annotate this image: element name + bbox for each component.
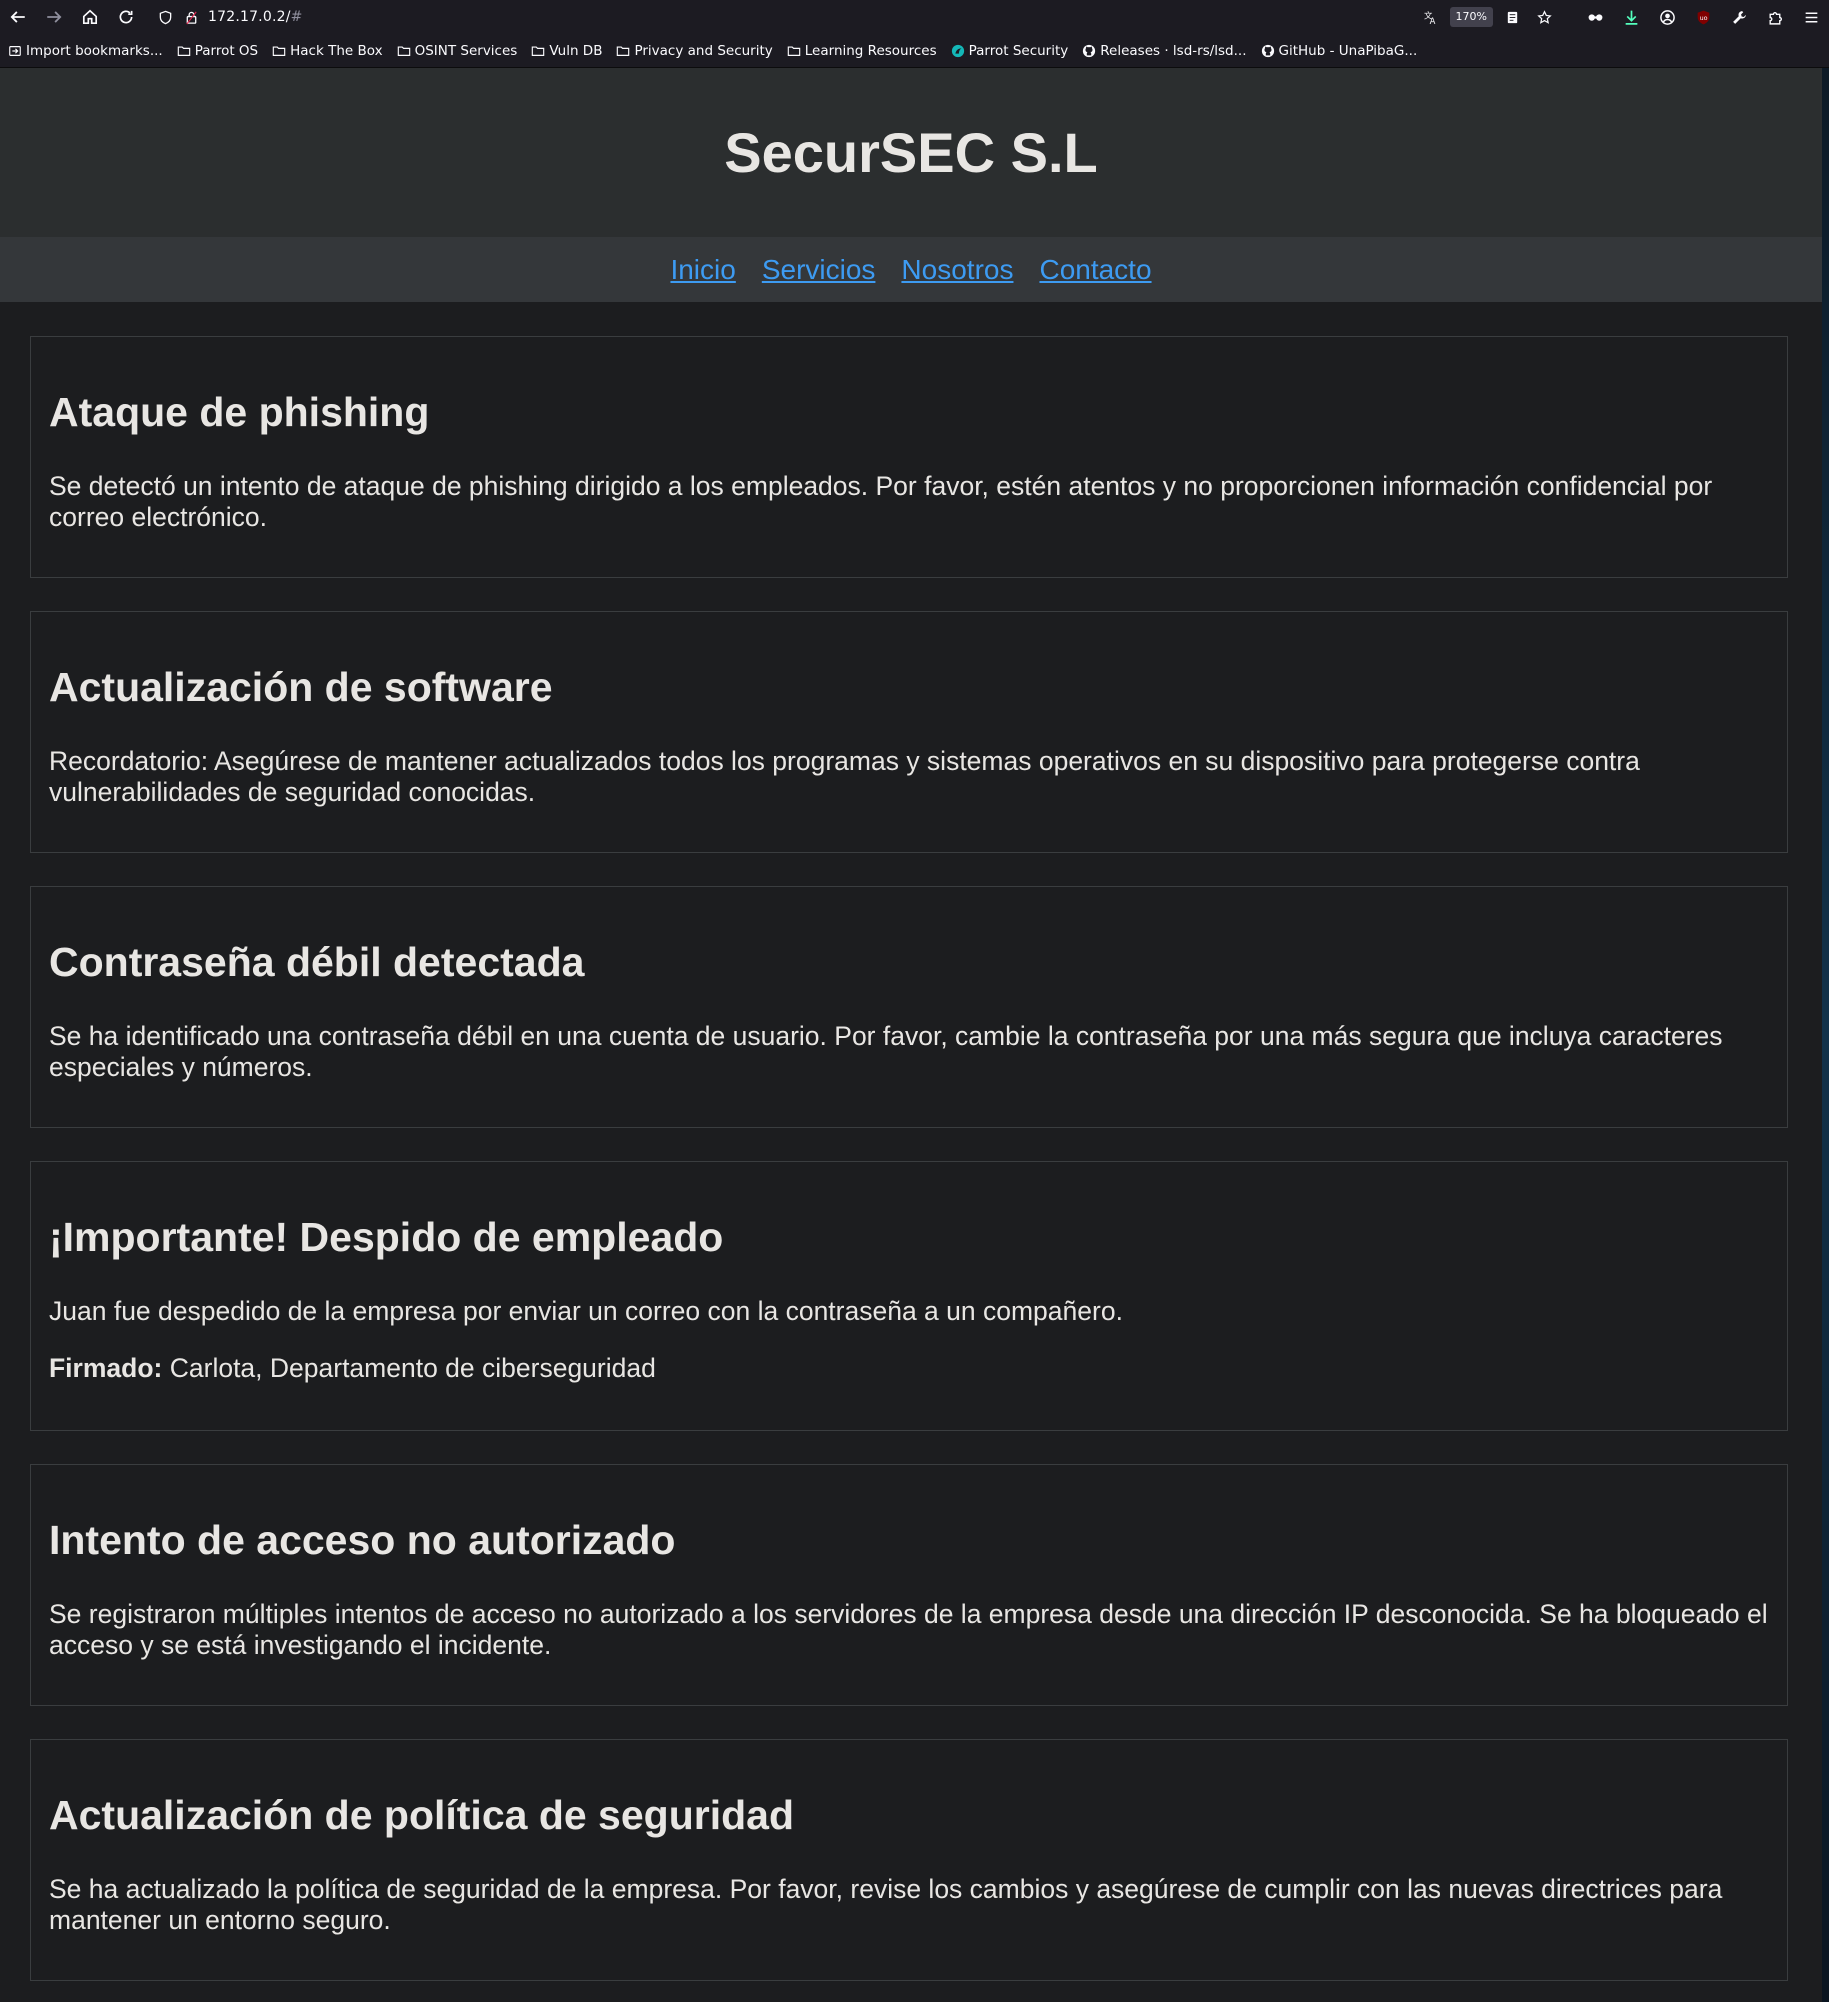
url-actions: 文A 170% — [1418, 2, 1557, 32]
browser-toolbar: 172.17.0.2/# 文A 170% uo — [0, 0, 1829, 34]
github-icon — [1261, 44, 1275, 58]
site-title: SecurSEC S.L — [724, 121, 1098, 184]
lock-icon[interactable] — [178, 2, 204, 32]
bookmark-label: Vuln DB — [549, 42, 603, 59]
web-page: SecurSEC S.L Inicio Servicios Nosotros C… — [0, 68, 1822, 2002]
hamburger-menu-icon — [1805, 11, 1817, 23]
tracking-protection-shield-icon[interactable] — [152, 2, 178, 32]
zoom-level-badge[interactable]: 170% — [1449, 7, 1493, 27]
url-text[interactable]: 172.17.0.2/# — [208, 9, 303, 25]
svg-text:A: A — [1430, 16, 1436, 25]
bookmark-label: Parrot OS — [194, 42, 259, 59]
back-button[interactable] — [0, 0, 36, 34]
notice-body: Recordatorio: Asegúrese de mantener actu… — [49, 746, 1640, 807]
menu-button[interactable] — [1793, 0, 1829, 34]
notice-card-software-update: Actualización de software Recordatorio: … — [30, 611, 1788, 853]
notice-body: Se ha actualizado la política de segurid… — [49, 1874, 1723, 1935]
notice-title: Intento de acceso no autorizado — [49, 1517, 676, 1563]
url-hash: # — [290, 9, 303, 25]
bookmark-label: Privacy and Security — [634, 42, 773, 59]
ublock-button[interactable]: uo — [1685, 0, 1721, 34]
url-host: 172.17.0.2/ — [208, 9, 291, 25]
nav-link-inicio[interactable]: Inicio — [670, 254, 735, 286]
bookmark-item[interactable]: Parrot OS — [177, 43, 258, 59]
notice-card-phishing: Ataque de phishing Se detectó un intento… — [30, 336, 1788, 578]
bookmark-label: Import bookmarks... — [26, 42, 163, 59]
signature-text: Carlota, Departamento de ciberseguridad — [162, 1353, 656, 1383]
nav-link-nosotros[interactable]: Nosotros — [901, 254, 1013, 286]
bookmark-label: GitHub - UnaPibaG... — [1278, 42, 1418, 59]
notice-card-unauthorized-access: Intento de acceso no autorizado Se regis… — [30, 1464, 1788, 1706]
svg-text:uo: uo — [1699, 14, 1707, 22]
forward-arrow-icon — [47, 11, 62, 23]
folder-icon — [616, 44, 630, 58]
bookmark-item[interactable]: Import bookmarks... — [8, 43, 163, 59]
ublock-shield-icon: uo — [1697, 10, 1709, 24]
download-icon — [1625, 10, 1637, 25]
signature-label: Firmado: — [49, 1353, 163, 1383]
bookmark-label: OSINT Services — [414, 42, 518, 59]
parrot-icon — [951, 44, 965, 58]
translate-icon[interactable]: 文A — [1418, 2, 1444, 32]
bookmark-label: Releases · lsd-rs/lsd... — [1100, 42, 1247, 59]
puzzle-icon — [1768, 11, 1782, 25]
notice-title: Contraseña débil detectada — [49, 939, 585, 985]
wrench-icon — [1732, 10, 1746, 24]
bookmark-item[interactable]: OSINT Services — [397, 42, 518, 59]
notice-body: Se detectó un intento de ataque de phish… — [49, 471, 1713, 532]
back-arrow-icon — [10, 11, 25, 23]
nav-link-contacto[interactable]: Contacto — [1039, 254, 1151, 286]
home-icon — [82, 9, 98, 25]
nav-link-servicios[interactable]: Servicios — [762, 254, 876, 286]
bookmark-label: Learning Resources — [804, 42, 937, 59]
notice-title: Ataque de phishing — [49, 389, 430, 435]
github-icon — [1082, 44, 1096, 58]
private-mask-button[interactable] — [1577, 0, 1613, 34]
mask-icon — [1588, 13, 1602, 21]
site-header: SecurSEC S.L — [0, 68, 1822, 237]
notice-signature: Firmado: Carlota, Departamento de cibers… — [49, 1353, 1769, 1384]
import-icon — [8, 44, 22, 58]
bookmarks-toolbar: Import bookmarks... Parrot OS Hack The Box… — [0, 34, 1829, 68]
devtools-button[interactable] — [1721, 0, 1757, 34]
notice-body: Juan fue despedido de la empresa por env… — [49, 1296, 1123, 1326]
home-button[interactable] — [72, 0, 108, 34]
reader-view-icon[interactable] — [1499, 2, 1525, 32]
extensions-area: uo — [1577, 0, 1829, 34]
folder-icon — [272, 44, 286, 58]
bookmark-item[interactable]: Hack The Box — [272, 42, 383, 59]
bookmark-item[interactable]: Privacy and Security — [616, 42, 773, 59]
forward-button[interactable] — [36, 0, 72, 34]
bookmark-star-icon[interactable] — [1531, 2, 1557, 32]
bookmark-item[interactable]: Vuln DB — [531, 43, 602, 59]
downloads-button[interactable] — [1613, 0, 1649, 34]
bookmark-item[interactable]: Learning Resources — [787, 43, 937, 59]
notice-card-security-policy: Actualización de política de seguridad S… — [30, 1739, 1788, 1981]
notice-title: Actualización de software — [49, 664, 553, 710]
bookmark-label: Hack The Box — [290, 42, 383, 59]
notice-title: ¡Importante! Despido de empleado — [49, 1214, 724, 1260]
site-nav: Inicio Servicios Nosotros Contacto — [0, 237, 1822, 302]
window-edge-strip — [1822, 68, 1829, 2002]
notice-card-employee-dismissal: ¡Importante! Despido de empleado Juan fu… — [30, 1161, 1788, 1431]
account-button[interactable] — [1649, 0, 1685, 34]
reload-icon — [119, 10, 133, 24]
notice-card-weak-password: Contraseña débil detectada Se ha identif… — [30, 886, 1788, 1128]
folder-icon — [787, 44, 801, 58]
folder-icon — [531, 44, 545, 58]
bookmark-item[interactable]: Parrot Security — [951, 42, 1069, 59]
bookmark-item[interactable]: Releases · lsd-rs/lsd... — [1082, 42, 1247, 59]
extensions-button[interactable] — [1757, 0, 1793, 34]
notice-title: Actualización de política de seguridad — [49, 1792, 794, 1838]
bookmark-label: Parrot Security — [968, 42, 1069, 59]
folder-icon — [177, 44, 191, 58]
notice-body: Se registraron múltiples intentos de acc… — [49, 1599, 1768, 1660]
url-bar[interactable]: 172.17.0.2/# 文A 170% — [152, 2, 1557, 32]
account-icon — [1659, 9, 1675, 25]
reload-button[interactable] — [108, 0, 144, 34]
folder-icon — [397, 44, 411, 58]
notice-body: Se ha identificado una contraseña débil … — [49, 1021, 1723, 1082]
bookmark-item[interactable]: GitHub - UnaPibaG... — [1261, 42, 1418, 59]
